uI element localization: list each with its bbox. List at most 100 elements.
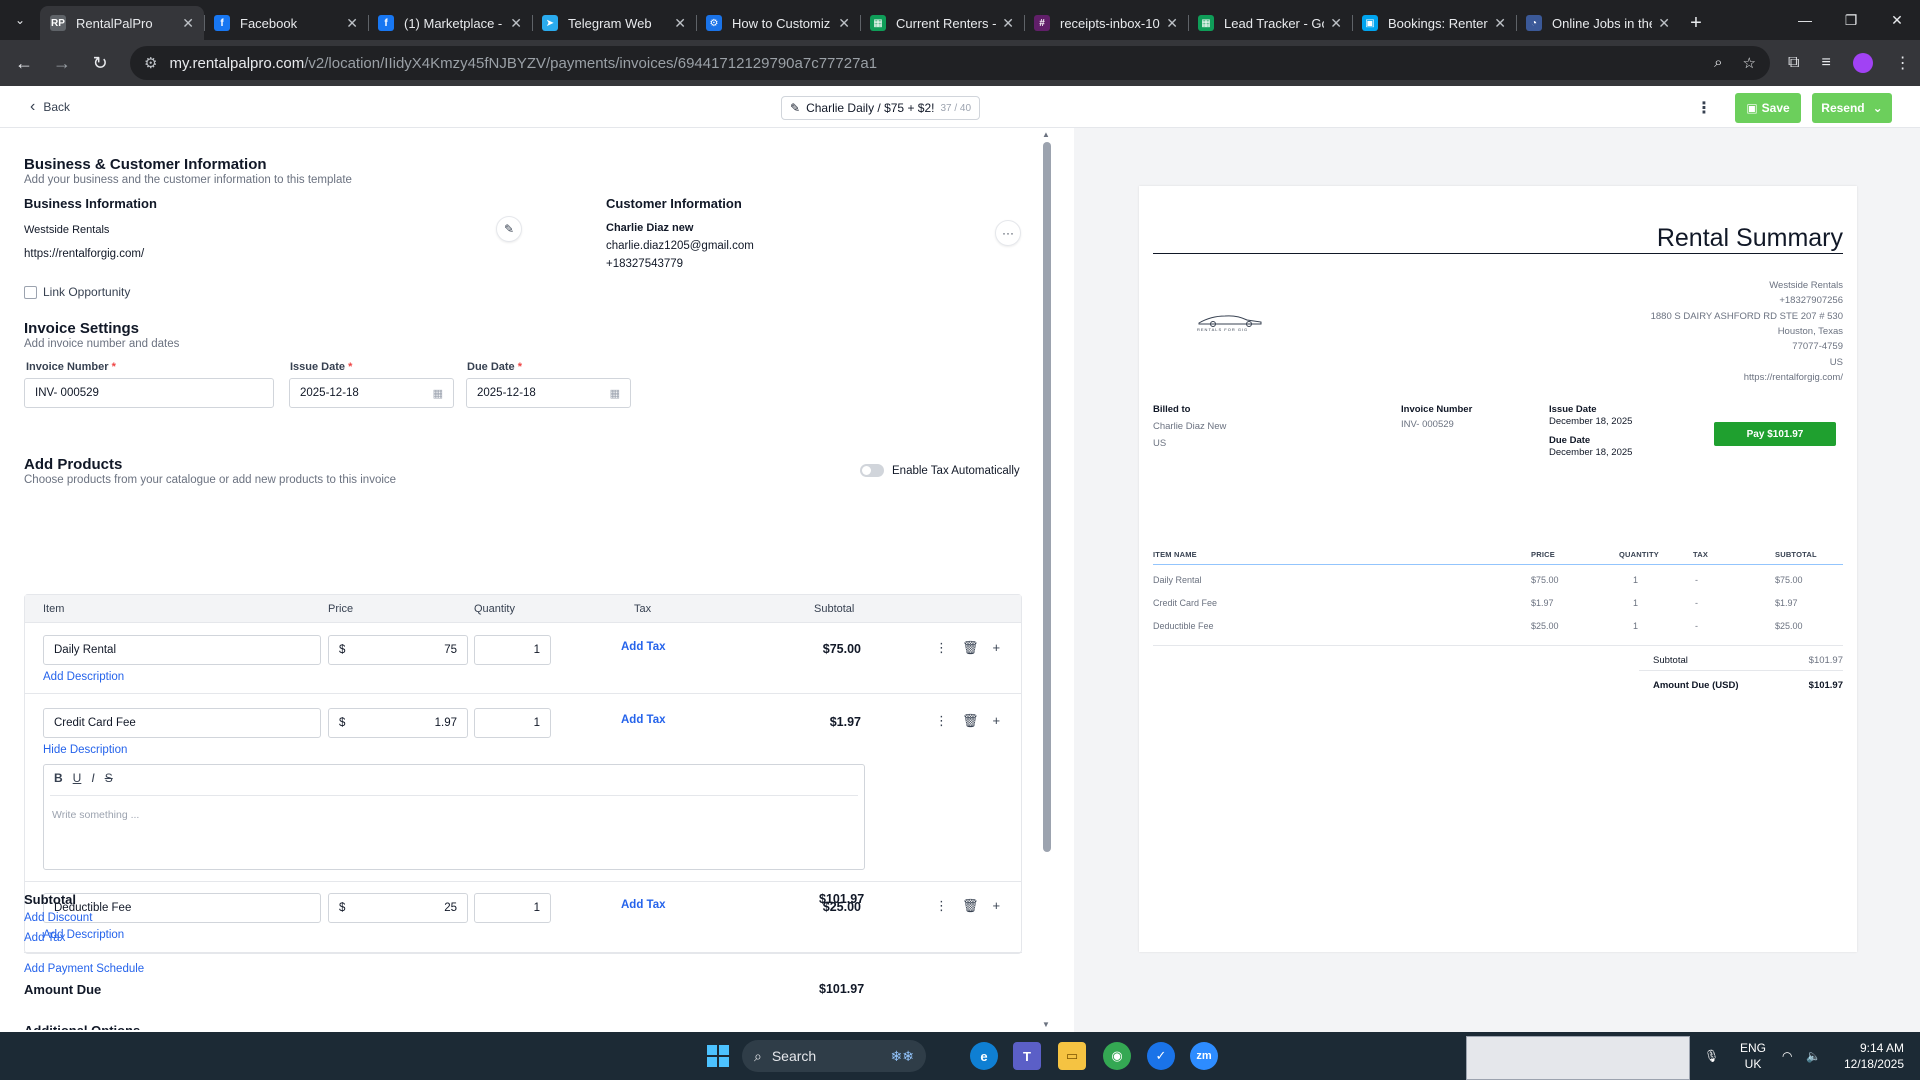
- tab-close-icon[interactable]: ✕: [1166, 15, 1178, 32]
- customer-more-button[interactable]: ···: [995, 220, 1021, 246]
- bold-icon[interactable]: B: [54, 771, 63, 785]
- underline-icon[interactable]: U: [73, 771, 82, 785]
- close-window-icon[interactable]: ✕: [1874, 12, 1920, 29]
- browser-tab[interactable]: f Facebook ✕: [204, 6, 368, 40]
- browser-tab[interactable]: f (1) Marketplace - ✕: [368, 6, 532, 40]
- tab-search-icon[interactable]: ⌄: [0, 0, 40, 40]
- profile-avatar[interactable]: [1852, 53, 1873, 73]
- teams-icon[interactable]: T: [1013, 1042, 1041, 1070]
- forward-arrow-icon[interactable]: →: [46, 47, 78, 79]
- edge-icon[interactable]: e: [970, 1042, 998, 1070]
- wifi-icon[interactable]: ◠: [1782, 1048, 1792, 1064]
- browser-tab[interactable]: ▦ Current Renters - ✕: [860, 6, 1024, 40]
- editor-scrollbar[interactable]: ▲ ▼: [1040, 128, 1054, 1032]
- tab-close-icon[interactable]: ✕: [1494, 15, 1506, 32]
- col-tax: Tax: [634, 603, 652, 615]
- item-name-input[interactable]: Daily Rental: [43, 635, 321, 665]
- tab-close-icon[interactable]: ✕: [510, 15, 522, 32]
- site-info-icon[interactable]: ⚙: [144, 54, 157, 72]
- strikethrough-icon[interactable]: S: [105, 771, 113, 785]
- add-tax-link[interactable]: Add Tax: [621, 899, 666, 911]
- browser-tab[interactable]: ⚙ How to Customiz ✕: [696, 6, 860, 40]
- required-asterisk: *: [517, 361, 523, 373]
- description-toggle-link[interactable]: Hide Description: [43, 744, 127, 756]
- browser-menu-icon[interactable]: ⋮: [1895, 53, 1911, 73]
- tab-close-icon[interactable]: ✕: [674, 15, 686, 32]
- language-indicator[interactable]: ENG UK: [1740, 1040, 1766, 1072]
- due-date-input[interactable]: 2025-12-18 ▦: [466, 378, 631, 408]
- trash-icon[interactable]: 🗑: [962, 640, 979, 656]
- col-quantity: Quantity: [474, 603, 515, 615]
- browser-tab[interactable]: ▣ Bookings: Renter ✕: [1352, 6, 1516, 40]
- description-toggle-link[interactable]: Add Description: [43, 671, 124, 683]
- enable-tax-toggle[interactable]: Enable Tax Automatically: [860, 464, 1020, 477]
- back-arrow-icon[interactable]: ←: [8, 47, 40, 79]
- invoice-number-input[interactable]: INV- 000529: [24, 378, 274, 408]
- new-tab-icon[interactable]: +: [1680, 6, 1712, 40]
- start-windows-icon[interactable]: [704, 1042, 732, 1070]
- add-tax-total-link[interactable]: Add Tax: [24, 932, 65, 944]
- tab-close-icon[interactable]: ✕: [346, 15, 358, 32]
- bookmark-star-icon[interactable]: ☆: [1743, 54, 1756, 72]
- add-tax-link[interactable]: Add Tax: [621, 641, 666, 653]
- extensions-icon[interactable]: ⧉: [1788, 54, 1799, 72]
- zoom-icon[interactable]: ⌕: [1714, 54, 1722, 72]
- resend-button[interactable]: Resend ⌄: [1812, 93, 1892, 123]
- item-price-input[interactable]: $1.97: [328, 708, 468, 738]
- url-input[interactable]: ⚙ my.rentalpalpro.com/v2/location/IIidyX…: [130, 46, 1770, 80]
- edit-business-button[interactable]: ✎: [496, 216, 522, 242]
- clock[interactable]: 9:14 AM 12/18/2025: [1836, 1040, 1904, 1072]
- media-icon[interactable]: ≡: [1821, 54, 1830, 72]
- trash-icon[interactable]: 🗑: [962, 713, 979, 729]
- volume-icon[interactable]: 🔈: [1806, 1048, 1821, 1064]
- browser-tab[interactable]: # receipts-inbox-10 ✕: [1024, 6, 1188, 40]
- more-options-icon[interactable]: ⋮: [1696, 98, 1712, 118]
- tasks-icon[interactable]: ✓: [1147, 1042, 1175, 1070]
- tab-close-icon[interactable]: ✕: [182, 15, 194, 32]
- scrollbar-thumb[interactable]: [1043, 142, 1051, 852]
- description-editor[interactable]: B U I S Write something ...: [43, 764, 865, 870]
- scroll-up-icon[interactable]: ▲: [1042, 130, 1050, 139]
- chrome-icon[interactable]: ◉: [1103, 1042, 1131, 1070]
- add-payment-schedule-link[interactable]: Add Payment Schedule: [24, 963, 144, 975]
- item-quantity-input[interactable]: 1: [474, 893, 551, 923]
- taskbar-search[interactable]: ⌕ Search ❄❄: [742, 1040, 926, 1072]
- item-price-input[interactable]: $25: [328, 893, 468, 923]
- item-quantity-input[interactable]: 1: [474, 635, 551, 665]
- row-more-icon[interactable]: ⋮: [935, 640, 948, 656]
- tab-close-icon[interactable]: ✕: [838, 15, 850, 32]
- browser-tab[interactable]: ➤ Telegram Web ✕: [532, 6, 696, 40]
- window-thumbnail-preview[interactable]: [1466, 1036, 1690, 1080]
- add-row-icon[interactable]: +: [993, 640, 1001, 656]
- item-price-input[interactable]: $75: [328, 635, 468, 665]
- pay-button[interactable]: Pay $101.97: [1714, 422, 1836, 446]
- reload-icon[interactable]: ↻: [84, 47, 116, 79]
- file-explorer-icon[interactable]: ▭: [1058, 1042, 1086, 1070]
- scroll-down-icon[interactable]: ▼: [1042, 1020, 1050, 1029]
- add-discount-link[interactable]: Add Discount: [24, 912, 92, 924]
- row-more-icon[interactable]: ⋮: [935, 713, 948, 729]
- item-quantity-input[interactable]: 1: [474, 708, 551, 738]
- browser-tab[interactable]: ◔ Online Jobs in the ✕: [1516, 6, 1680, 40]
- tab-close-icon[interactable]: ✕: [1002, 15, 1014, 32]
- save-button[interactable]: ▣ Save: [1735, 93, 1801, 123]
- zoom-app-icon[interactable]: zm: [1190, 1042, 1218, 1070]
- mic-icon[interactable]: 🎙: [1704, 1048, 1719, 1064]
- tab-close-icon[interactable]: ✕: [1330, 15, 1342, 32]
- item-name-input[interactable]: Credit Card Fee: [43, 708, 321, 738]
- tab-close-icon[interactable]: ✕: [1658, 15, 1670, 32]
- browser-tab[interactable]: RP RentalPalPro ✕: [40, 6, 204, 40]
- row-more-icon[interactable]: ⋮: [935, 898, 948, 914]
- italic-icon[interactable]: I: [91, 771, 94, 785]
- restore-icon[interactable]: ❐: [1828, 12, 1874, 29]
- link-opportunity-checkbox[interactable]: Link Opportunity: [24, 285, 130, 299]
- invoice-name-field[interactable]: ✎ Charlie Daily / $75 + $2! 37 / 40: [781, 96, 981, 120]
- minimize-icon[interactable]: —: [1782, 12, 1828, 28]
- back-button[interactable]: ‹ Back: [30, 98, 70, 116]
- trash-icon[interactable]: 🗑: [962, 898, 979, 914]
- browser-tab[interactable]: ▦ Lead Tracker - Go ✕: [1188, 6, 1352, 40]
- add-tax-link[interactable]: Add Tax: [621, 714, 666, 726]
- issue-date-input[interactable]: 2025-12-18 ▦: [289, 378, 454, 408]
- add-row-icon[interactable]: +: [993, 713, 1001, 729]
- add-row-icon[interactable]: +: [993, 898, 1001, 914]
